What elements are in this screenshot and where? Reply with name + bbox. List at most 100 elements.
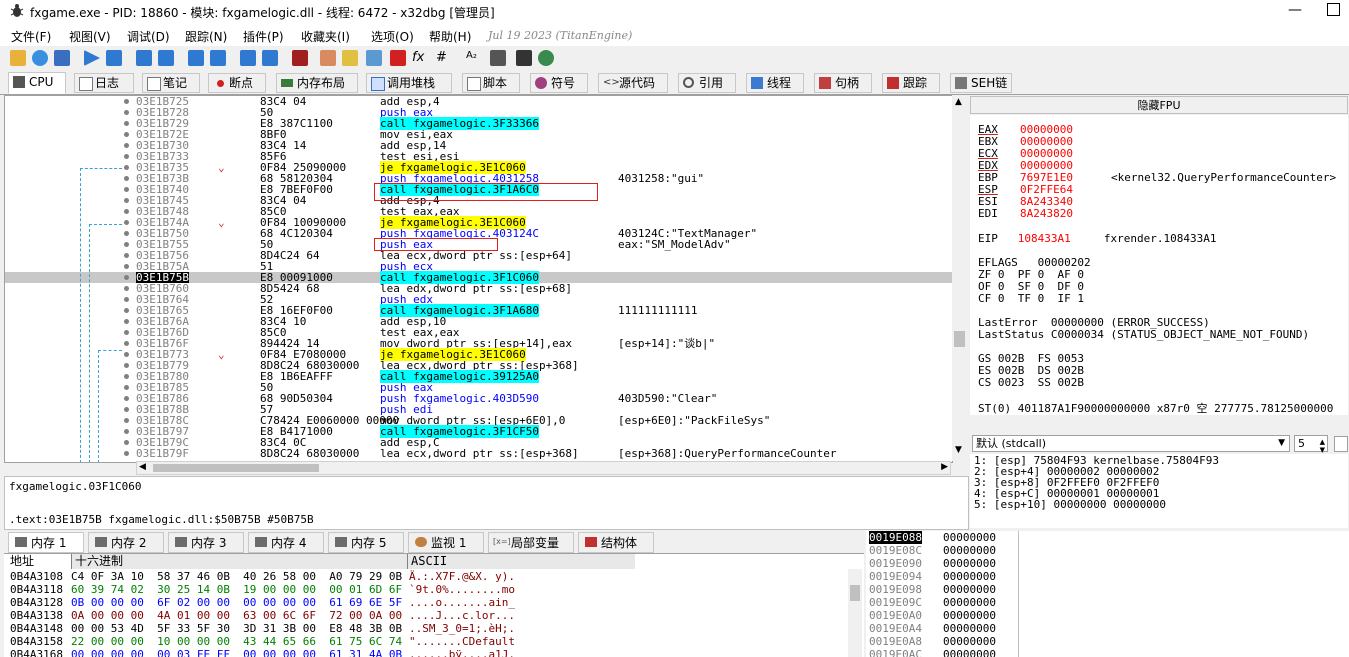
stack-row[interactable]: 0019E08C 00000000 xyxy=(866,544,1349,557)
breakpoint-dot-icon[interactable] xyxy=(124,121,129,126)
breakpoint-dot-icon[interactable] xyxy=(124,220,129,225)
tab-call-stack[interactable]: 调用堆栈 xyxy=(366,73,452,93)
register-row[interactable]: EDI 8A243820 xyxy=(978,207,1073,220)
breakpoint-dot-icon[interactable] xyxy=(124,132,129,137)
hash-icon[interactable]: # xyxy=(436,50,452,66)
scroll-left-icon[interactable]: ◀ xyxy=(139,462,146,472)
menu-options[interactable]: 选项(O) xyxy=(371,28,414,45)
breakpoint-dot-icon[interactable] xyxy=(124,407,129,412)
disasm-row[interactable]: 03E1B79F 8D8C24 68030000 lea ecx,dword ptr… xyxy=(5,448,952,459)
disassembly-view[interactable]: 03E1B725 83C4 04 add esp,4 03E1B728 50 push e… xyxy=(4,95,953,463)
dump-row[interactable]: 0B4A3148 00 00 53 4D 5F 33 5F 30 3D 31 3B… xyxy=(4,622,864,635)
breakpoint-dot-icon[interactable] xyxy=(124,143,129,148)
tab-cpu[interactable]: CPU xyxy=(8,72,66,94)
stack-row[interactable]: 0019E098 00000000 xyxy=(866,583,1349,596)
dump-row[interactable]: 0B4A3128 0B 00 00 00 6F 02 00 00 00 00 00… xyxy=(4,596,864,609)
bookmark-icon[interactable] xyxy=(390,50,406,66)
trace-into-icon[interactable] xyxy=(188,50,204,66)
comment-icon[interactable] xyxy=(342,50,358,66)
breakpoint-dot-icon[interactable] xyxy=(124,396,129,401)
tab-breakpoints[interactable]: 断点 xyxy=(208,73,266,93)
tab-source[interactable]: <> 源代码 xyxy=(598,73,668,93)
breakpoint-dot-icon[interactable] xyxy=(124,187,129,192)
dump-row[interactable]: 0B4A3138 0A 00 00 00 4A 01 00 00 63 00 6C… xyxy=(4,609,864,622)
tab-trace[interactable]: 跟踪 xyxy=(882,73,940,93)
breakpoint-dot-icon[interactable] xyxy=(124,352,129,357)
breakpoint-dot-icon[interactable] xyxy=(124,275,129,280)
stack-arg-row[interactable]: 5: [esp+10] 00000000 00000000 xyxy=(974,498,1166,511)
call-convention-select[interactable]: 默认 (stdcall) ▼ xyxy=(972,435,1290,452)
tab-memory-3[interactable]: 内存 3 xyxy=(168,532,244,553)
menu-view[interactable]: 视图(V) xyxy=(69,28,111,45)
breakpoint-dot-icon[interactable] xyxy=(124,440,129,445)
tab-threads[interactable]: 线程 xyxy=(746,73,804,93)
disassembly-hscroll[interactable]: ◀ ▶ xyxy=(136,461,951,475)
stack-row[interactable]: 0019E094 00000000 xyxy=(866,570,1349,583)
stop-icon[interactable] xyxy=(54,50,70,66)
breakpoint-dot-icon[interactable] xyxy=(124,385,129,390)
registers-hscroll[interactable] xyxy=(970,416,1348,432)
eip-row[interactable]: EIP 108433A1 fxrender.108433A1 xyxy=(978,232,1216,245)
minimize-button[interactable]: — xyxy=(1288,2,1302,18)
patch-icon[interactable] xyxy=(320,50,336,66)
calculator-icon[interactable] xyxy=(516,50,532,66)
step-over-icon[interactable] xyxy=(158,50,174,66)
dump-row[interactable]: 0B4A3118 60 39 74 02 30 25 14 0B 19 00 00… xyxy=(4,583,864,596)
breakpoint-dot-icon[interactable] xyxy=(124,231,129,236)
tab-memory-1[interactable]: 内存 1 xyxy=(8,532,84,553)
trace-over-icon[interactable] xyxy=(210,50,226,66)
breakpoint-dot-icon[interactable] xyxy=(124,209,129,214)
breakpoint-dot-icon[interactable] xyxy=(124,308,129,313)
tab-struct[interactable]: 结构体 xyxy=(578,532,654,553)
menu-trace[interactable]: 跟踪(N) xyxy=(185,28,227,45)
breakpoint-dot-icon[interactable] xyxy=(124,363,129,368)
menu-debug[interactable]: 调试(D) xyxy=(127,28,170,45)
breakpoint-dot-icon[interactable] xyxy=(124,286,129,291)
tab-locals[interactable]: [x=] 局部变量 xyxy=(488,532,574,553)
breakpoint-dot-icon[interactable] xyxy=(124,341,129,346)
dump-row[interactable]: 0B4A3158 22 00 00 00 10 00 00 00 43 44 65… xyxy=(4,635,864,648)
dump-row[interactable]: 0B4A3108 C4 0F 3A 10 58 37 46 0B 40 26 58… xyxy=(4,570,864,583)
breakpoint-dot-icon[interactable] xyxy=(124,429,129,434)
dump-vscroll[interactable] xyxy=(848,569,862,657)
hscroll-thumb[interactable] xyxy=(153,464,319,472)
lock-checkbox[interactable] xyxy=(1334,436,1348,452)
breakpoint-dot-icon[interactable] xyxy=(124,198,129,203)
menu-plugins[interactable]: 插件(P) xyxy=(243,28,284,45)
tab-memory-4[interactable]: 内存 4 xyxy=(248,532,324,553)
breakpoint-dot-icon[interactable] xyxy=(124,176,129,181)
breakpoint-dot-icon[interactable] xyxy=(124,319,129,324)
run-icon[interactable] xyxy=(84,50,100,66)
breakpoint-dot-icon[interactable] xyxy=(124,330,129,335)
menu-file[interactable]: 文件(F) xyxy=(11,28,51,45)
hide-fpu-button[interactable]: 隐藏FPU xyxy=(970,96,1348,114)
scroll-right-icon[interactable]: ▶ xyxy=(941,462,948,472)
disassembly-vscroll[interactable]: ▲ ▼ xyxy=(952,95,967,461)
breakpoint-dot-icon[interactable] xyxy=(124,253,129,258)
tab-memory-2[interactable]: 内存 2 xyxy=(88,532,164,553)
tab-handles[interactable]: 句柄 xyxy=(814,73,872,93)
segment-row-3[interactable]: CS 0023 SS 002B xyxy=(978,376,1084,389)
stack-row[interactable]: 0019E09C 00000000 xyxy=(866,596,1349,609)
dump-row[interactable]: 0B4A3168 00 00 00 00 00 03 FE FF 00 00 00… xyxy=(4,648,864,657)
restart-icon[interactable] xyxy=(32,50,48,66)
step-into-icon[interactable] xyxy=(136,50,152,66)
flags-row-3[interactable]: CF 0 TF 0 IF 1 xyxy=(978,292,1084,305)
breakpoint-dot-icon[interactable] xyxy=(124,451,129,456)
tab-notes[interactable]: 笔记 xyxy=(142,73,200,93)
run-to-user-code-icon[interactable] xyxy=(262,50,278,66)
breakpoint-dot-icon[interactable] xyxy=(124,264,129,269)
scylla-icon[interactable] xyxy=(292,50,308,66)
breakpoint-dot-icon[interactable] xyxy=(124,242,129,247)
pause-icon[interactable] xyxy=(106,50,122,66)
stack-row[interactable]: 0019E0A4 00000000 xyxy=(866,622,1349,635)
fpu-st0-row[interactable]: ST(0) 401187A1F90000000000 x87r0 空 27777… xyxy=(978,400,1333,415)
breakpoint-dot-icon[interactable] xyxy=(124,418,129,423)
breakpoint-dot-icon[interactable] xyxy=(124,154,129,159)
menu-help[interactable]: 帮助(H) xyxy=(429,28,471,45)
breakpoint-dot-icon[interactable] xyxy=(124,110,129,115)
function-icon[interactable]: fx xyxy=(412,50,428,66)
dump-scroll-thumb[interactable] xyxy=(850,585,860,601)
strings-icon[interactable]: A₂ xyxy=(466,50,482,66)
breakpoint-dot-icon[interactable] xyxy=(124,374,129,379)
